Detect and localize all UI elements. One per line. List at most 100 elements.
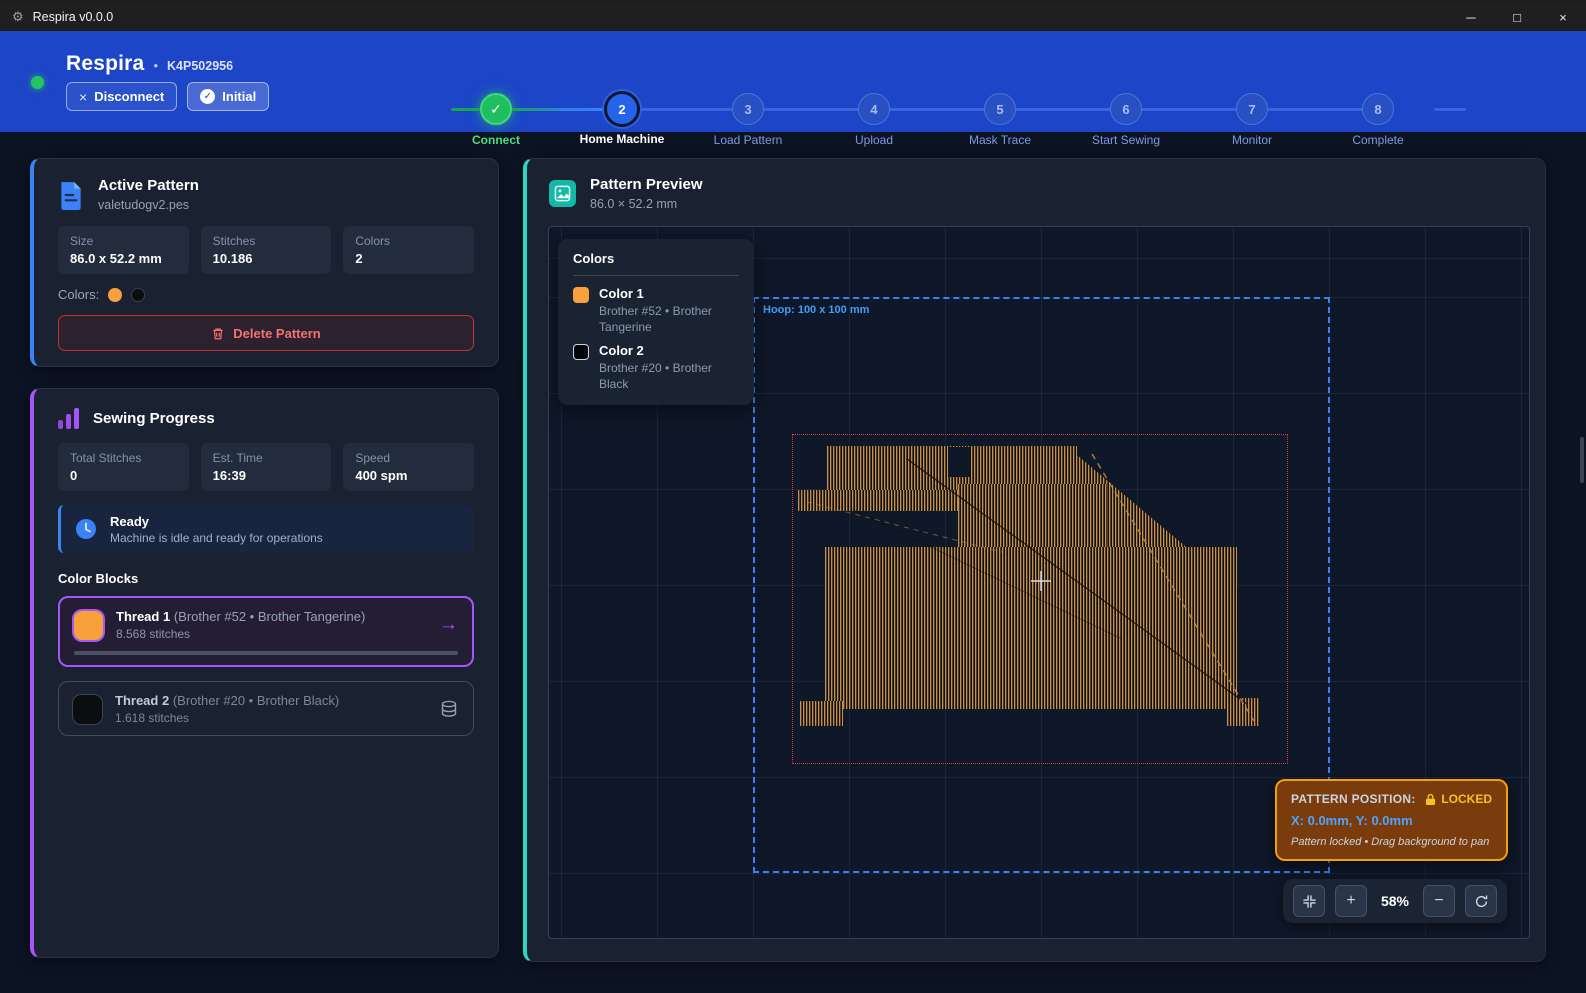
layers-icon (439, 699, 459, 719)
titlebar: ⚙ Respira v0.0.0 ─ □ × (0, 3, 1586, 31)
brand-title: Respira (66, 52, 144, 76)
disconnect-button[interactable]: × Disconnect (66, 82, 177, 111)
legend-color-name: Color 2 (599, 343, 739, 358)
thread-2-card[interactable]: Thread 2 (Brother #20 • Brother Black) 1… (58, 681, 474, 736)
zoom-in-button[interactable]: + (1335, 885, 1367, 917)
preview-titles: Pattern Preview 86.0 × 52.2 mm (590, 176, 703, 211)
step-number: 7 (1236, 93, 1268, 125)
stat-value: 16:39 (213, 468, 320, 483)
card-title: Active Pattern (98, 177, 199, 194)
fit-to-view-button[interactable] (1293, 885, 1325, 917)
step-number: 6 (1110, 93, 1142, 125)
pattern-stats: Size 86.0 x 52.2 mm Stitches 10.186 Colo… (58, 226, 474, 274)
pattern-colors-row: Colors: (58, 287, 474, 302)
check-circle-icon: ✓ (200, 89, 215, 104)
step-number: 5 (984, 93, 1016, 125)
status-texts: Ready Machine is idle and ready for oper… (110, 514, 323, 545)
travel-stitch-lines (792, 434, 1288, 764)
stat-total-stitches: Total Stitches 0 (58, 443, 189, 491)
app-icon: ⚙ (12, 9, 24, 25)
stat-size: Size 86.0 x 52.2 mm (58, 226, 189, 274)
thread-stitch-count: 1.618 stitches (115, 711, 339, 725)
colors-legend: Colors Color 1 Brother #52 • Brother Tan… (558, 239, 754, 405)
stat-label: Total Stitches (70, 451, 177, 465)
active-pattern-titles: Active Pattern valetudogv2.pes (98, 177, 199, 212)
legend-texts: Color 1 Brother #52 • Brother Tangerine (599, 286, 739, 335)
file-icon (58, 180, 84, 210)
disconnect-label: Disconnect (94, 89, 164, 104)
thread-name: Thread 2 (115, 693, 169, 708)
connection-status-dot (31, 76, 44, 89)
thread-1-card[interactable]: Thread 1 (Brother #52 • Brother Tangerin… (58, 596, 474, 667)
left-column: Active Pattern valetudogv2.pes Size 86.0… (30, 158, 499, 958)
zoom-controls: + 58% − (1283, 879, 1507, 923)
legend-texts: Color 2 Brother #20 • Brother Black (599, 343, 739, 392)
thread-detail: (Brother #20 • Brother Black) (173, 693, 339, 708)
refresh-icon (1474, 894, 1489, 909)
lock-icon (1425, 793, 1436, 806)
stat-value: 86.0 x 52.2 mm (70, 251, 177, 266)
thread-texts: Thread 1 (Brother #52 • Brother Tangerin… (116, 609, 365, 641)
stat-colors: Colors 2 (343, 226, 474, 274)
stat-value: 400 spm (355, 468, 462, 483)
status-description: Machine is idle and ready for operations (110, 531, 323, 545)
thread-stitch-count: 8.568 stitches (116, 627, 365, 641)
stat-label: Stitches (213, 234, 320, 248)
zoom-out-button[interactable]: − (1423, 885, 1455, 917)
legend-item-color-1: Color 1 Brother #52 • Brother Tangerine (573, 286, 739, 335)
clock-icon (75, 518, 97, 540)
lock-status: LOCKED (1425, 792, 1492, 806)
stat-label: Speed (355, 451, 462, 465)
pattern-preview-panel: Pattern Preview 86.0 × 52.2 mm Hoop: 100… (523, 158, 1546, 962)
close-button[interactable]: × (1540, 3, 1586, 31)
initial-button[interactable]: ✓ Initial (187, 82, 269, 111)
trash-icon (211, 326, 225, 341)
brand-separator: • (153, 58, 158, 73)
legend-divider (573, 275, 739, 276)
legend-color-desc: Brother #20 • Brother Black (599, 361, 739, 392)
legend-color-name: Color 1 (599, 286, 739, 301)
stat-label: Colors (355, 234, 462, 248)
bar-chart-icon (58, 407, 79, 429)
stat-value: 10.186 (213, 251, 320, 266)
thread-2-swatch (73, 695, 102, 724)
brand-row: Respira • K4P502956 (66, 52, 233, 76)
minimize-button[interactable]: ─ (1448, 3, 1494, 31)
step-check-icon: ✓ (480, 93, 512, 125)
window-scrollbar[interactable] (1580, 437, 1584, 483)
thread-name: Thread 1 (116, 609, 170, 624)
color-swatch-orange (108, 288, 122, 302)
maximize-button[interactable]: □ (1494, 3, 1540, 31)
machine-status-box: Ready Machine is idle and ready for oper… (58, 505, 474, 553)
legend-swatch-orange (573, 287, 589, 303)
close-x-icon: × (79, 89, 87, 105)
active-pattern-card: Active Pattern valetudogv2.pes Size 86.0… (30, 158, 499, 367)
status-title: Ready (110, 514, 323, 529)
machine-serial: K4P502956 (167, 59, 233, 73)
preview-canvas[interactable]: Hoop: 100 x 100 mm (548, 226, 1530, 939)
thread-row: Thread 2 (Brother #20 • Brother Black) 1… (73, 693, 459, 725)
step-number: 2 (604, 91, 640, 127)
stat-stitches: Stitches 10.186 (201, 226, 332, 274)
color-swatch-black (131, 288, 145, 302)
delete-pattern-label: Delete Pattern (233, 326, 320, 341)
main-content: Active Pattern valetudogv2.pes Size 86.0… (0, 132, 1586, 993)
legend-title: Colors (573, 251, 739, 266)
pattern-position-overlay: PATTERN POSITION: LOCKED X: 0.0mm, Y: 0.… (1275, 779, 1508, 861)
app-header: Respira • K4P502956 × Disconnect ✓ Initi… (0, 31, 1586, 132)
delete-pattern-button[interactable]: Delete Pattern (58, 315, 474, 351)
stat-value: 0 (70, 468, 177, 483)
thread-row: Thread 1 (Brother #52 • Brother Tangerin… (74, 609, 458, 641)
compress-icon (1302, 894, 1317, 909)
stat-value: 2 (355, 251, 462, 266)
stat-speed: Speed 400 spm (343, 443, 474, 491)
locked-label: LOCKED (1441, 792, 1492, 806)
step-number: 4 (858, 93, 890, 125)
stat-label: Est. Time (213, 451, 320, 465)
canvas-center-crosshair (1031, 571, 1051, 591)
reset-view-button[interactable] (1465, 885, 1497, 917)
preview-header: Pattern Preview 86.0 × 52.2 mm (549, 176, 1523, 211)
position-title: PATTERN POSITION: (1291, 792, 1416, 806)
stat-est-time: Est. Time 16:39 (201, 443, 332, 491)
thread-texts: Thread 2 (Brother #20 • Brother Black) 1… (115, 693, 339, 725)
